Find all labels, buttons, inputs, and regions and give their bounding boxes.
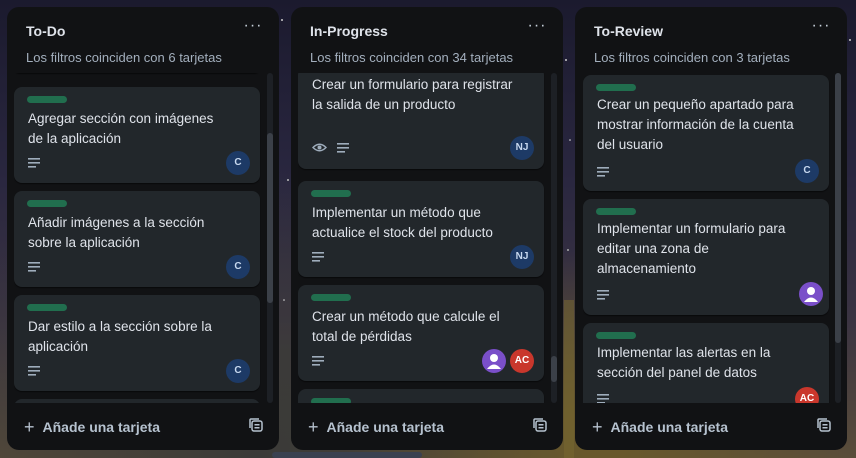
card-title: Dar estilo a la sección sobre la aplicac… (28, 319, 212, 354)
board-horizontal-scrollbar[interactable] (272, 452, 422, 458)
card[interactable]: Implementar un formulario para editar un… (583, 199, 829, 315)
person-icon (804, 287, 818, 302)
card-title: Añadir imágenes a la sección sobre la ap… (28, 215, 205, 250)
card-label-green[interactable] (311, 398, 351, 403)
scroll-thumb[interactable] (267, 133, 273, 303)
card-list: Agregar sección con imágenes de la aplic… (14, 73, 264, 403)
list-to-review: To-Review ··· Los filtros coinciden con … (575, 7, 847, 450)
card[interactable]: Implementar un método que actualice el s… (298, 181, 544, 277)
card-title: Crear un formulario para registrar la sa… (312, 77, 513, 112)
card-title: Implementar las alertas en la sección de… (597, 345, 771, 380)
card-partial[interactable] (14, 399, 260, 403)
add-card-label: Añade una tarjeta (42, 419, 160, 435)
eye-icon (312, 143, 327, 152)
card[interactable]: Implementar las alertas en la sección de… (583, 323, 829, 403)
add-card-button[interactable]: + Añade una tarjeta (308, 416, 444, 438)
member-avatar[interactable]: C (226, 255, 250, 279)
card-label-green[interactable] (596, 208, 636, 215)
card[interactable]: Agregar sección con imágenes de la aplic… (14, 87, 260, 183)
filter-match-count: Los filtros coinciden con 6 tarjetas (26, 50, 222, 65)
add-card-button[interactable]: + Añade una tarjeta (592, 416, 728, 438)
list-menu-button[interactable]: ··· (809, 17, 833, 39)
create-from-template-icon[interactable] (817, 418, 831, 432)
member-avatar[interactable]: C (226, 151, 250, 175)
list-footer: + Añade una tarjeta (575, 404, 847, 450)
add-card-label: Añade una tarjeta (326, 419, 444, 435)
card-list: Crear un pequeño apartado para mostrar i… (583, 73, 833, 403)
card-label-green[interactable] (311, 294, 351, 301)
card-partial[interactable] (298, 389, 544, 403)
plus-icon: + (592, 417, 603, 437)
list-title[interactable]: To-Review (594, 23, 663, 39)
card-title: Crear un pequeño apartado para mostrar i… (597, 97, 794, 152)
list-to-do: To-Do ··· Los filtros coinciden con 6 ta… (7, 7, 279, 450)
plus-icon: + (24, 417, 35, 437)
member-avatar[interactable]: C (226, 359, 250, 383)
description-icon (337, 142, 349, 153)
list-header: To-Review ··· (575, 7, 847, 55)
card-title: Implementar un método que actualice el s… (312, 205, 493, 240)
list-menu-button[interactable]: ··· (241, 17, 265, 39)
add-card-label: Añade una tarjeta (610, 419, 728, 435)
card-label-green[interactable] (27, 96, 67, 103)
card-title: Crear un método que calcule el total de … (312, 309, 500, 344)
description-icon (28, 158, 40, 168)
description-icon (312, 252, 324, 262)
scroll-thumb[interactable] (551, 356, 557, 382)
plus-icon: + (308, 417, 319, 437)
card-label-green[interactable] (596, 84, 636, 91)
kanban-board: To-Do ··· Los filtros coinciden con 6 ta… (0, 0, 856, 458)
list-title[interactable]: To-Do (26, 23, 65, 39)
description-icon (28, 366, 40, 376)
list-scrollbar[interactable] (551, 73, 557, 403)
member-avatar[interactable]: AC (510, 349, 534, 373)
description-icon (597, 290, 609, 300)
list-footer: + Añade una tarjeta (291, 404, 563, 450)
card[interactable]: Crear un formulario para registrar la sa… (298, 73, 544, 169)
card[interactable]: Añadir imágenes a la sección sobre la ap… (14, 191, 260, 287)
member-avatar[interactable]: AC (795, 387, 819, 403)
list-in-progress: In-Progress ··· Los filtros coinciden co… (291, 7, 563, 450)
list-title[interactable]: In-Progress (310, 23, 388, 39)
list-footer: + Añade una tarjeta (7, 404, 279, 450)
list-scrollbar[interactable] (835, 73, 841, 403)
card[interactable]: Crear un método que calcule el total de … (298, 285, 544, 381)
card-label-green[interactable] (27, 200, 67, 207)
list-header: In-Progress ··· (291, 7, 563, 55)
list-header: To-Do ··· (7, 7, 279, 55)
description-icon (597, 394, 609, 403)
description-icon (597, 167, 609, 177)
list-menu-button[interactable]: ··· (525, 17, 549, 39)
description-icon (312, 356, 324, 366)
card[interactable]: Crear un pequeño apartado para mostrar i… (583, 75, 829, 191)
scroll-thumb[interactable] (835, 73, 841, 343)
filter-match-count: Los filtros coinciden con 34 tarjetas (310, 50, 514, 65)
member-avatar[interactable]: C (795, 159, 819, 183)
description-icon (28, 262, 40, 272)
card-title: Implementar un formulario para editar un… (597, 221, 786, 276)
add-card-button[interactable]: + Añade una tarjeta (24, 416, 160, 438)
user-avatar[interactable] (482, 349, 506, 373)
person-icon (487, 354, 501, 369)
member-avatar[interactable]: NJ (510, 245, 534, 269)
member-avatar[interactable]: NJ (510, 136, 534, 160)
card-list: Crear un formulario para registrar la sa… (298, 73, 548, 403)
list-scrollbar[interactable] (267, 73, 273, 403)
card-title: Agregar sección con imágenes de la aplic… (28, 111, 214, 146)
card-label-green[interactable] (596, 332, 636, 339)
create-from-template-icon[interactable] (533, 418, 547, 432)
card-label-green[interactable] (27, 304, 67, 311)
card-label-green[interactable] (311, 190, 351, 197)
filter-match-count: Los filtros coinciden con 3 tarjetas (594, 50, 790, 65)
user-avatar[interactable] (799, 282, 823, 306)
card[interactable]: Dar estilo a la sección sobre la aplicac… (14, 295, 260, 391)
create-from-template-icon[interactable] (249, 418, 263, 432)
